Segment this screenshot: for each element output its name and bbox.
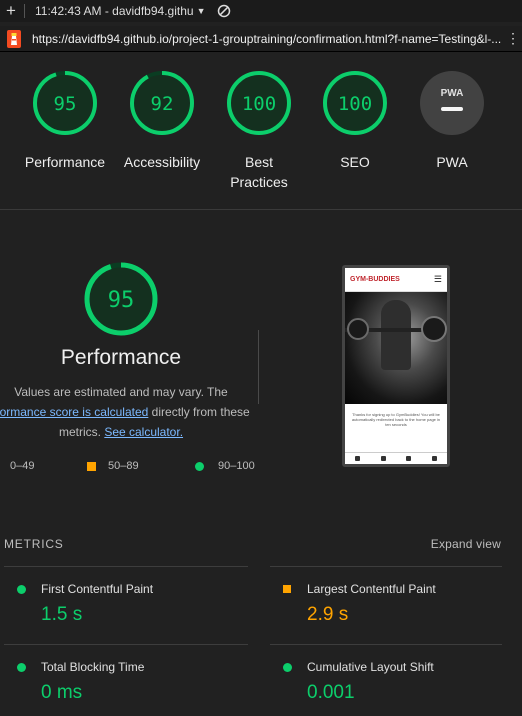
thumb-brand: GYM-BUDDIES (350, 276, 400, 283)
pwa-badge-icon: PWA (420, 71, 484, 135)
legend-average: 50–89 (87, 460, 139, 472)
metric-value: 1.5 s (41, 604, 83, 625)
metric-value: 2.9 s (307, 604, 349, 625)
good-circle-icon (283, 662, 292, 672)
thumb-message: Thanks for signing up to GymBuddies! You… (351, 412, 441, 427)
metric-rule (270, 566, 502, 567)
instagram-icon (406, 456, 412, 461)
metric-cls: Cumulative Layout Shift 0.001 (270, 660, 510, 704)
gauge-label: SEO (340, 154, 370, 170)
pwa-badge-text: PWA (441, 88, 464, 99)
gauge-label: PWA (436, 154, 468, 170)
metric-value: 0.001 (307, 682, 355, 703)
desc-text-1: Values are estimated and may vary. The (14, 385, 228, 399)
youtube-icon (431, 456, 437, 461)
thumb-footer (345, 452, 447, 464)
url-bar: https://davidfb94.github.io/project-1-gr… (0, 26, 522, 52)
metric-rule (270, 644, 502, 645)
lighthouse-icon (7, 29, 21, 48)
metric-name: Cumulative Layout Shift (307, 660, 434, 674)
twitter-icon (380, 456, 386, 461)
metrics-heading: METRICS (4, 537, 64, 551)
score-calculated-link[interactable]: rformance score is calculated (0, 405, 148, 419)
metric-name: First Contentful Paint (41, 582, 154, 596)
gauge-pwa[interactable]: PWA PWA (402, 70, 502, 172)
gauge-score: 92 (151, 93, 174, 115)
window-title: 11:42:43 AM - davidfb94.githu (35, 4, 194, 18)
metric-rule (4, 566, 248, 567)
performance-score-gauge: 95 (84, 262, 158, 336)
good-circle-icon (195, 461, 204, 471)
page-screenshot-thumbnail[interactable]: GYM-BUDDIES ☰ Thanks for signing up to G… (342, 265, 450, 467)
gauge-performance[interactable]: 95 Performance (15, 70, 115, 172)
average-square-icon (283, 585, 291, 593)
expand-view-toggle[interactable]: Expand view (431, 537, 501, 551)
gauge-ring: 100 (323, 71, 387, 135)
performance-title: Performance (60, 346, 182, 369)
metric-tbt: Total Blocking Time 0 ms (4, 660, 244, 704)
legend-poor-label: 0–49 (10, 460, 35, 472)
gauge-best-practices[interactable]: 100 Best Practices (209, 70, 309, 192)
title-separator (24, 4, 25, 18)
performance-description: Values are estimated and may vary. The r… (0, 382, 260, 442)
legend-poor: 0–49 (10, 460, 34, 472)
metric-name: Largest Contentful Paint (307, 582, 436, 596)
gauge-score: 95 (54, 93, 77, 115)
desc-text-2: directly from these (148, 405, 250, 419)
legend-average-label: 50–89 (108, 460, 139, 472)
page-url[interactable]: https://davidfb94.github.io/project-1-gr… (32, 32, 502, 46)
vertical-divider (258, 330, 259, 404)
desc-text-3: metrics. (58, 425, 105, 439)
category-gauges: 95 Performance 92 Accessibility 100 Best… (0, 70, 522, 200)
facebook-icon (355, 456, 361, 461)
plus-icon[interactable]: + (0, 1, 22, 21)
legend-good: 90–100 (195, 460, 255, 472)
average-square-icon (87, 461, 96, 471)
performance-score: 95 (108, 288, 135, 313)
gauge-ring: 95 (33, 71, 97, 135)
legend-good-label: 90–100 (218, 460, 255, 472)
gauge-score: 100 (242, 93, 276, 115)
gauge-seo[interactable]: 100 SEO (305, 70, 405, 172)
prohibited-icon[interactable] (217, 4, 231, 18)
hamburger-icon: ☰ (433, 274, 442, 284)
gauge-ring: 92 (130, 71, 194, 135)
metric-rule (4, 644, 248, 645)
metric-value: 0 ms (41, 682, 83, 703)
good-circle-icon (17, 662, 26, 672)
section-divider (0, 209, 522, 210)
metric-fcp: First Contentful Paint 1.5 s (4, 582, 244, 626)
score-legend: 0–49 50–89 90–100 (0, 460, 262, 476)
kebab-icon[interactable]: ⋮ (506, 30, 520, 47)
metric-name: Total Blocking Time (41, 660, 145, 674)
gauge-score: 100 (338, 93, 372, 115)
caret-down-icon[interactable]: ▼ (197, 6, 206, 16)
metric-lcp: Largest Contentful Paint 2.9 s (270, 582, 510, 626)
see-calculator-link[interactable]: See calculator. (104, 425, 183, 439)
gauge-ring: 100 (227, 71, 291, 135)
thumb-hero-image (345, 292, 447, 404)
good-circle-icon (17, 584, 26, 594)
window-title-bar: + 11:42:43 AM - davidfb94.githu ▼ (0, 0, 522, 22)
gauge-label: Performance (24, 154, 106, 170)
thumb-navbar: GYM-BUDDIES ☰ (345, 268, 447, 292)
gauge-accessibility[interactable]: 92 Accessibility (112, 70, 212, 172)
gauge-label: Accessibility (123, 154, 201, 170)
gauge-label: Best Practices (230, 154, 288, 190)
